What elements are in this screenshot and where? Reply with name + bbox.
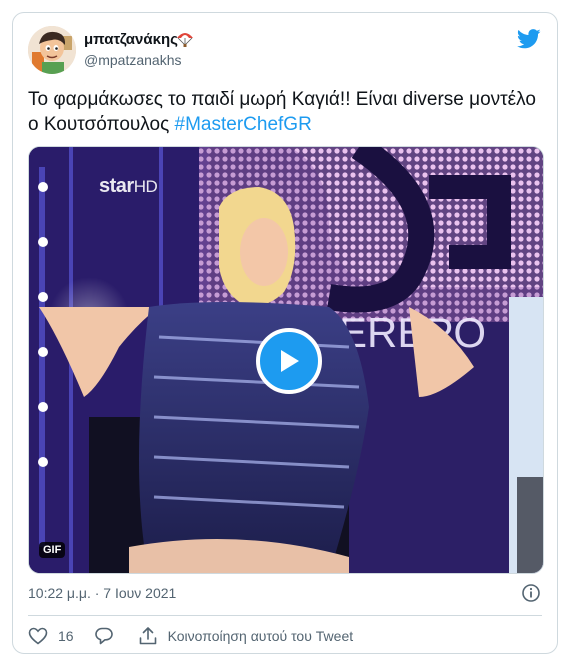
like-button[interactable]: 16: [28, 627, 74, 645]
share-label: Κοινοποίηση αυτού του Tweet: [167, 628, 354, 644]
reply-button[interactable]: [94, 626, 114, 646]
share-icon: [139, 627, 156, 645]
like-count: 16: [58, 628, 74, 644]
tweet-text: Το φαρμάκωσες το παιδί μωρή Καγιά!! Είνα…: [28, 87, 538, 137]
watermark-main: star: [99, 175, 134, 197]
play-button[interactable]: [256, 328, 322, 394]
watermark: starHD: [99, 175, 158, 198]
parachute-icon: [177, 33, 193, 47]
twitter-bird-icon[interactable]: [517, 29, 541, 49]
share-button[interactable]: Κοινοποίηση αυτού του Tweet: [138, 626, 354, 646]
avatar[interactable]: [28, 26, 76, 74]
watermark-suffix: HD: [133, 177, 158, 196]
hashtag-link[interactable]: #MasterChefGR: [175, 114, 312, 135]
heart-icon: [28, 627, 48, 645]
author-name[interactable]: μπατζανάκης: [84, 31, 178, 48]
tweet-timestamp[interactable]: 10:22 μ.μ. · 7 Ιουν 2021: [28, 585, 176, 601]
tweet-card[interactable]: μπατζανάκης @mpatzanakhs Το φαρμάκωσες τ…: [12, 12, 558, 654]
action-bar: 16 Κοινοποίηση αυτού του Tweet: [28, 625, 353, 647]
gif-media[interactable]: EREPO starHD GIF: [28, 146, 544, 574]
play-icon: [281, 350, 299, 372]
info-icon[interactable]: [521, 583, 541, 603]
author-handle[interactable]: @mpatzanakhs: [84, 52, 181, 68]
divider: [28, 615, 542, 616]
gif-badge: GIF: [39, 542, 66, 558]
reply-icon: [94, 627, 113, 645]
